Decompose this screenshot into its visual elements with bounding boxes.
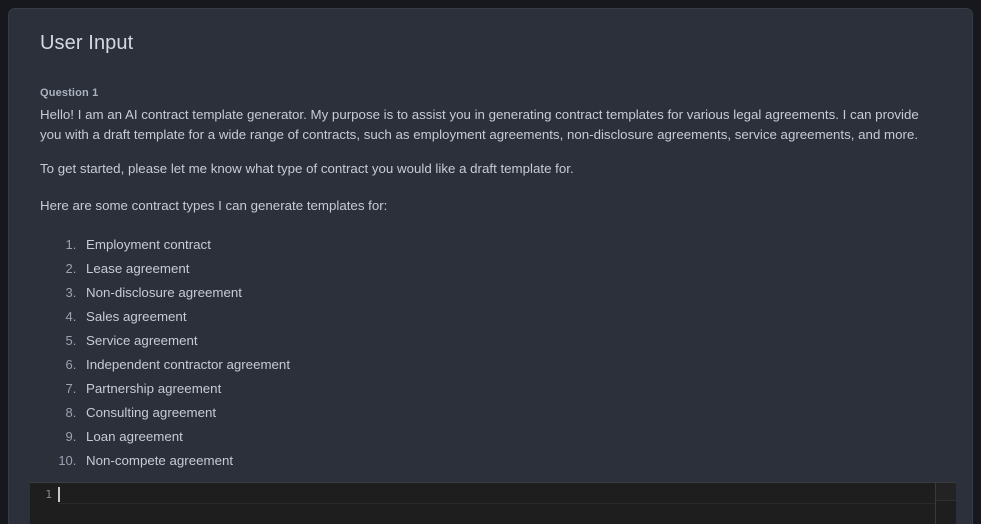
list-item: Non-compete agreement bbox=[80, 449, 942, 473]
user-input-panel: User Input Question 1 Hello! I am an AI … bbox=[8, 8, 973, 524]
editor-input-area[interactable] bbox=[52, 483, 956, 524]
list-item: Sales agreement bbox=[80, 305, 942, 329]
list-item: Lease agreement bbox=[80, 257, 942, 281]
editor-line[interactable] bbox=[58, 486, 956, 504]
code-editor[interactable]: 1 bbox=[30, 482, 956, 524]
contract-type-list: Employment contract Lease agreement Non-… bbox=[40, 233, 942, 473]
editor-line-number: 1 bbox=[45, 488, 52, 501]
list-item: Employment contract bbox=[80, 233, 942, 257]
list-item: Non-disclosure agreement bbox=[80, 281, 942, 305]
page-title: User Input bbox=[40, 32, 134, 54]
list-item: Independent contractor agreement bbox=[80, 353, 942, 377]
editor-gutter: 1 bbox=[30, 483, 52, 524]
list-item: Service agreement bbox=[80, 329, 942, 353]
list-item: Consulting agreement bbox=[80, 401, 942, 425]
list-item: Loan agreement bbox=[80, 425, 942, 449]
intro-paragraph: Hello! I am an AI contract template gene… bbox=[40, 107, 919, 142]
question-label: Question 1 bbox=[40, 87, 99, 99]
editor-minimap[interactable] bbox=[936, 483, 956, 524]
panel-content: User Input Question 1 Hello! I am an AI … bbox=[9, 9, 972, 524]
editor-minimap-slider[interactable] bbox=[936, 483, 956, 501]
text-caret bbox=[58, 487, 60, 502]
app-root: User Input Question 1 Hello! I am an AI … bbox=[0, 0, 981, 524]
list-intro-paragraph: Here are some contract types I can gener… bbox=[40, 198, 388, 213]
prompt-paragraph: To get started, please let me know what … bbox=[40, 161, 574, 176]
list-item: Partnership agreement bbox=[80, 377, 942, 401]
